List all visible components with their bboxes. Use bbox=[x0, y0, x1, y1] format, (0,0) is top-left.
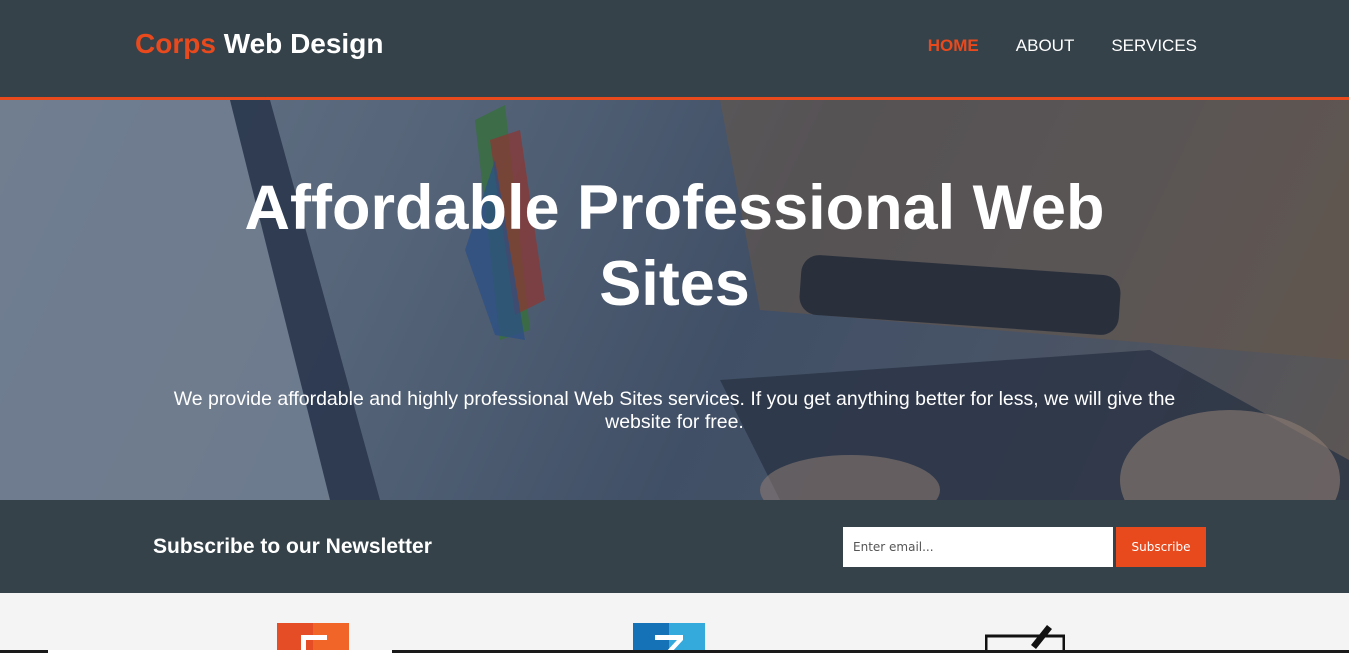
hero-text: We provide affordable and highly profess… bbox=[173, 388, 1176, 433]
newsletter-section: Subscribe to our Newsletter Subscribe bbox=[0, 500, 1349, 593]
subscribe-button[interactable]: Subscribe bbox=[1116, 527, 1206, 567]
html5-icon bbox=[277, 623, 349, 653]
newsletter-heading: Subscribe to our Newsletter bbox=[153, 535, 432, 558]
nav-home[interactable]: Home bbox=[928, 36, 979, 56]
feature-boxes bbox=[0, 593, 1349, 653]
main-nav: Home About Services bbox=[928, 36, 1197, 56]
nav-about[interactable]: About bbox=[1016, 36, 1075, 56]
brush-icon bbox=[985, 625, 1065, 653]
nav-services[interactable]: Services bbox=[1111, 36, 1197, 56]
hero-title: Affordable Professional Web Sites bbox=[244, 173, 1105, 319]
brand-logo[interactable]: Corps Web Design bbox=[135, 28, 383, 60]
email-input[interactable] bbox=[843, 527, 1113, 567]
css3-icon bbox=[633, 623, 705, 653]
brand-rest: Web Design bbox=[223, 28, 384, 59]
brand-highlight: Corps bbox=[135, 28, 216, 59]
site-header: Corps Web Design Home About Services bbox=[0, 0, 1349, 100]
showcase-hero: Affordable Professional Web Sites We pro… bbox=[0, 100, 1349, 500]
